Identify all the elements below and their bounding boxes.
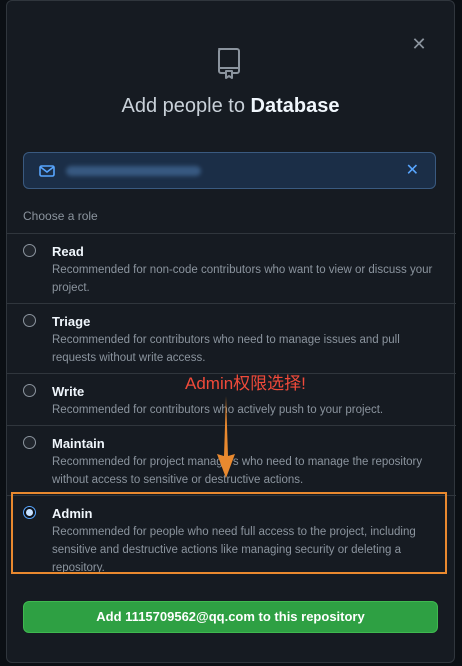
invitee-chip[interactable]: ✕ [23, 152, 436, 189]
add-collaborator-button[interactable]: Add 1115709562@qq.com to this repository [23, 601, 438, 633]
role-name: Triage [52, 314, 91, 329]
annotation-arrow-icon [217, 396, 235, 478]
role-option-triage[interactable]: Triage Recommended for contributors who … [7, 303, 456, 373]
remove-invitee-icon[interactable]: ✕ [406, 162, 419, 180]
dialog-title-prefix: Add people to [121, 95, 251, 117]
mail-icon [39, 165, 55, 177]
annotation-label: Admin权限选择! [185, 374, 306, 393]
role-radio[interactable] [23, 384, 36, 397]
role-option-read[interactable]: Read Recommended for non-code contributo… [7, 233, 456, 303]
role-description: Recommended for non-code contributors wh… [52, 264, 433, 294]
role-description: Recommended for contributors who activel… [52, 404, 384, 416]
role-radio[interactable] [23, 436, 36, 449]
repo-icon [218, 48, 240, 79]
choose-role-heading: Choose a role [23, 209, 98, 223]
dialog-title: Add people to Database [7, 95, 454, 118]
role-radio[interactable] [23, 314, 36, 327]
close-icon[interactable]: ✕ [410, 35, 428, 53]
repository-name: Database [250, 95, 340, 117]
role-description: Recommended for contributors who need to… [52, 334, 400, 364]
role-radio[interactable] [23, 244, 36, 257]
role-description: Recommended for project managers who nee… [52, 456, 423, 486]
admin-highlight-box [11, 492, 447, 574]
role-name: Read [52, 244, 84, 259]
redacted-email-mask [66, 166, 201, 176]
role-name: Maintain [52, 436, 105, 451]
